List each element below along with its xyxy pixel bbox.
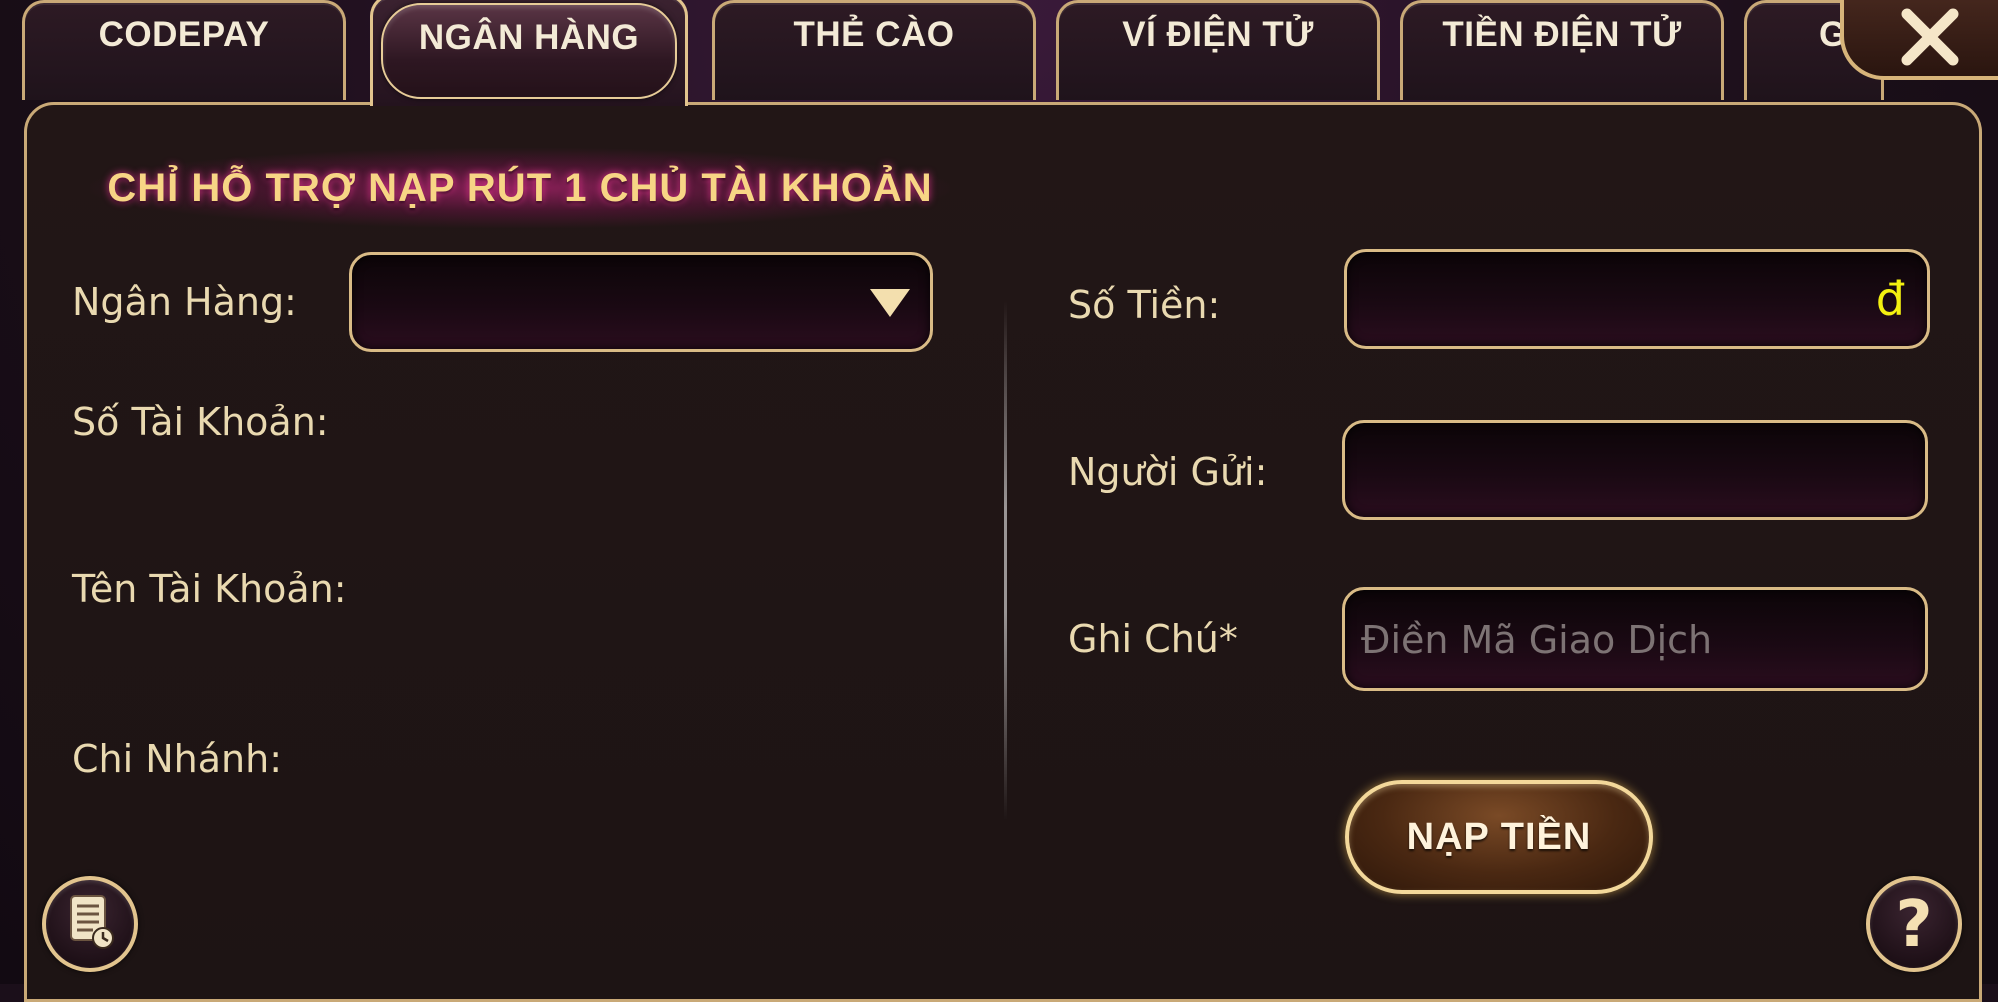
tab-label: THẺ CÀO [793, 14, 955, 54]
sender-label: Người Gửi: [1068, 450, 1268, 494]
currency-symbol: đ [1875, 272, 1905, 326]
notice-banner: CHỈ HỖ TRỢ NẠP RÚT 1 CHỦ TÀI KHOẢN [90, 148, 950, 228]
help-icon: ? [1895, 888, 1933, 962]
deposit-screen: CODEPAY NGÂN HÀNG THẺ CÀO VÍ ĐIỆN TỬ TIỀ… [0, 0, 1998, 1002]
branch-label: Chi Nhánh: [72, 737, 283, 781]
notice-banner-text: CHỈ HỖ TRỢ NẠP RÚT 1 CHỦ TÀI KHOẢN [107, 165, 933, 210]
amount-label: Số Tiền: [1068, 283, 1221, 327]
tab-label: TIỀN ĐIỆN TỬ [1442, 14, 1682, 54]
tab-the-cao[interactable]: THẺ CÀO [712, 0, 1036, 100]
account-name-label: Tên Tài Khoản: [72, 567, 347, 611]
main-panel [24, 102, 1982, 1002]
tab-ngan-hang[interactable]: NGÂN HÀNG [370, 0, 688, 106]
note-input[interactable]: Điền Mã Giao Dịch [1342, 587, 1928, 691]
tab-label: NGÂN HÀNG [418, 17, 640, 57]
history-document-icon [63, 892, 117, 957]
bank-label: Ngân Hàng: [72, 280, 297, 324]
tab-label: VÍ ĐIỆN TỬ [1122, 14, 1314, 54]
tab-codepay[interactable]: CODEPAY [22, 0, 346, 100]
close-button[interactable] [1840, 0, 1998, 80]
help-button[interactable]: ? [1866, 876, 1962, 972]
amount-input[interactable]: đ [1344, 249, 1930, 349]
tab-label: CODEPAY [98, 14, 270, 54]
history-button[interactable] [42, 876, 138, 972]
deposit-submit-button[interactable]: NẠP TIỀN [1345, 780, 1653, 894]
account-number-label: Số Tài Khoản: [72, 400, 329, 444]
bank-select[interactable] [349, 252, 933, 352]
tab-tien-dien-tu[interactable]: TIỀN ĐIỆN TỬ [1400, 0, 1724, 100]
note-label: Ghi Chú* [1068, 617, 1238, 661]
note-placeholder: Điền Mã Giao Dịch [1361, 618, 1713, 662]
close-icon [1897, 4, 1963, 75]
chevron-down-icon [870, 289, 910, 317]
sender-input[interactable] [1342, 420, 1928, 520]
column-divider [1004, 300, 1007, 820]
tab-vi-dien-tu[interactable]: VÍ ĐIỆN TỬ [1056, 0, 1380, 100]
deposit-submit-label: NẠP TIỀN [1406, 815, 1592, 858]
